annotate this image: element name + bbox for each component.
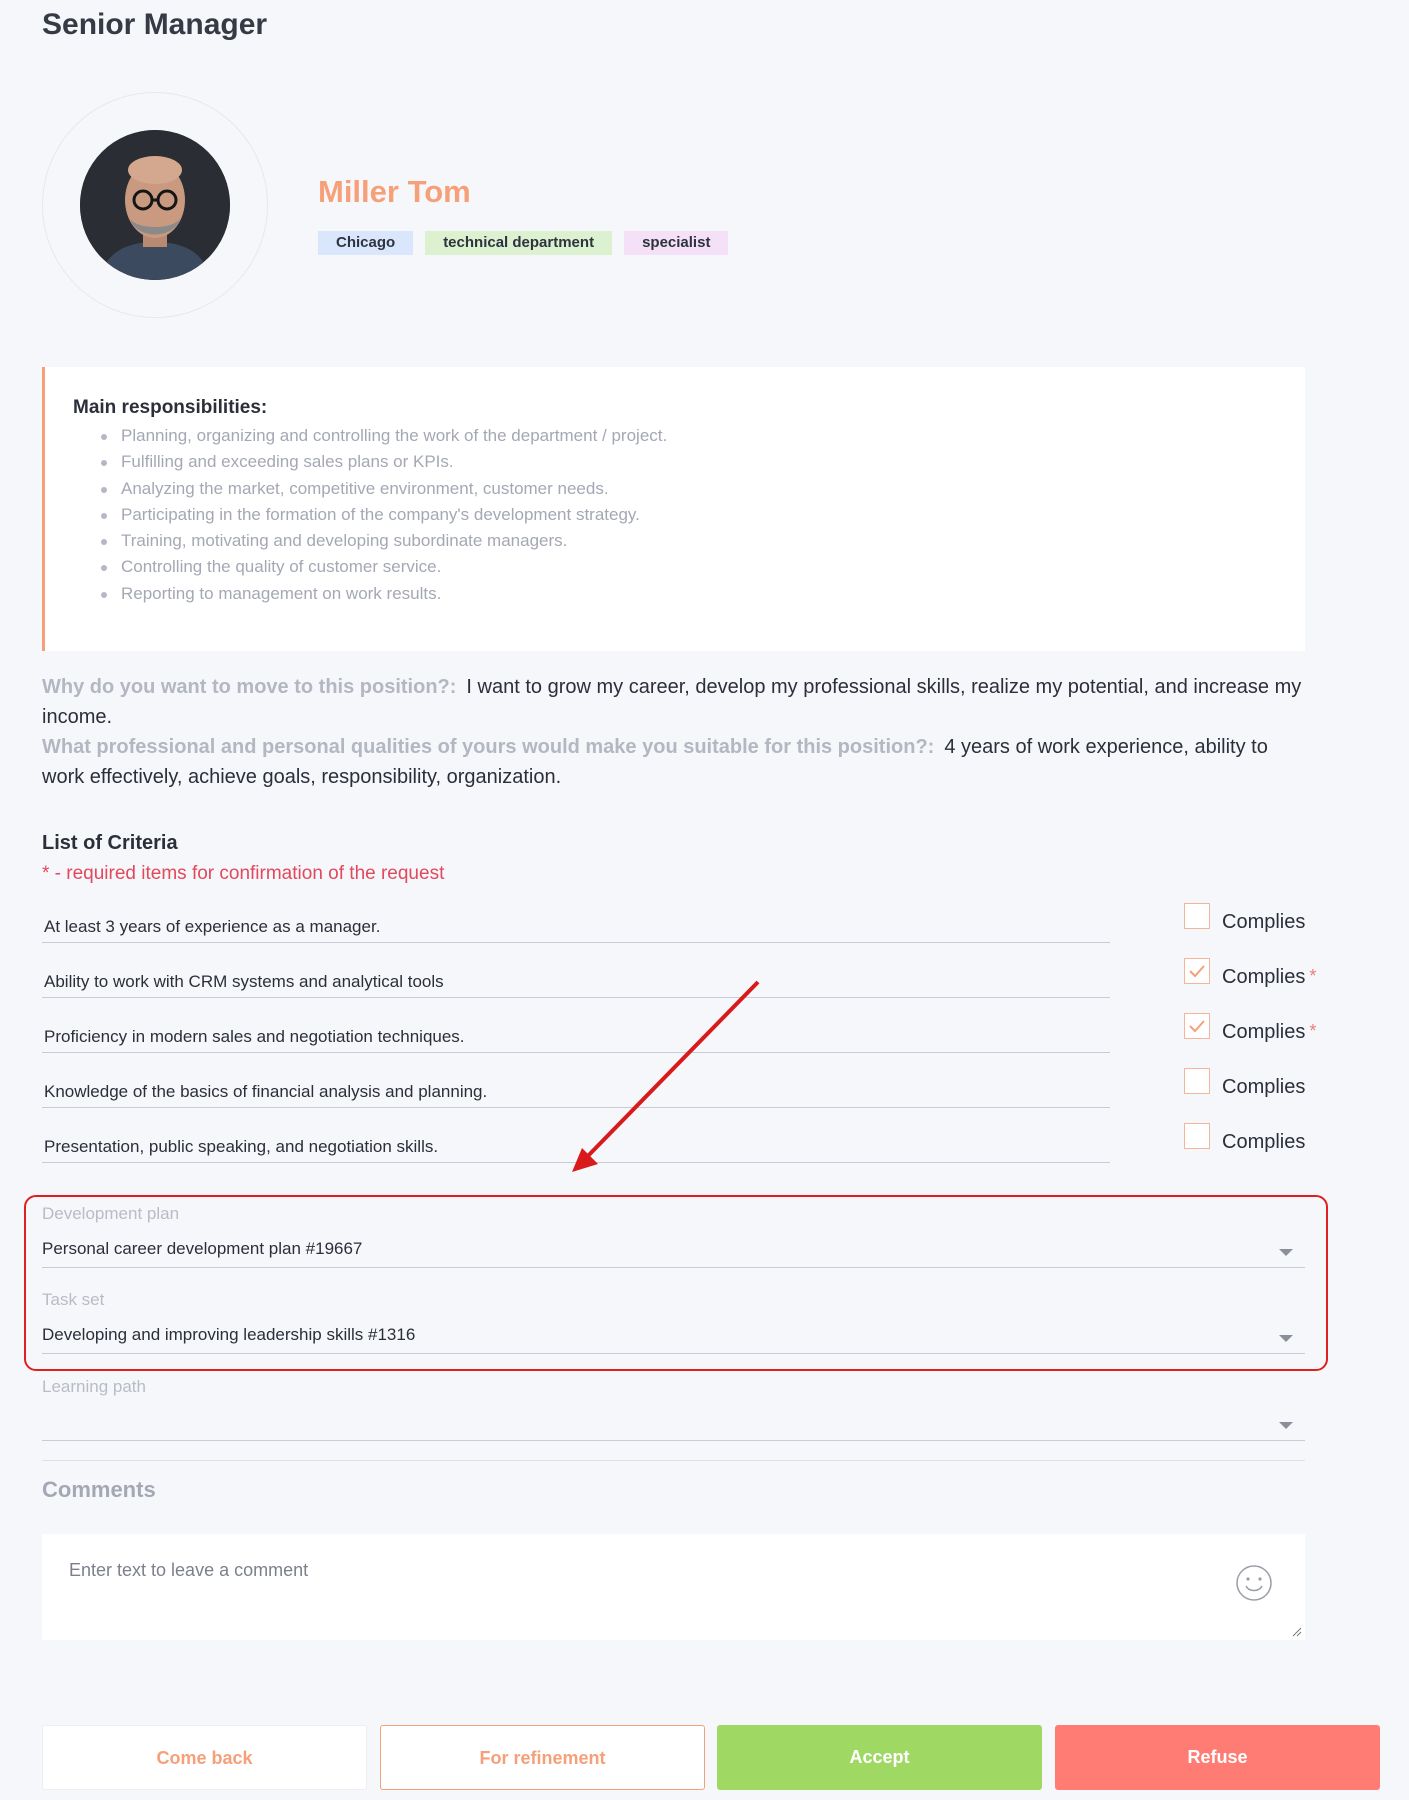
responsibilities-card: Main responsibilities: Planning, organiz… bbox=[42, 367, 1305, 651]
annotation-arrow-icon bbox=[572, 980, 760, 1172]
complies-label-text: Complies bbox=[1222, 1131, 1306, 1153]
complies-label: Complies bbox=[1222, 1131, 1305, 1154]
question-qualities: What professional and personal qualities… bbox=[42, 736, 935, 758]
responsibility-item: Planning, organizing and controlling the… bbox=[95, 423, 1305, 449]
come-back-button[interactable]: Come back bbox=[42, 1725, 367, 1790]
avatar bbox=[80, 130, 230, 280]
complies-checkbox[interactable] bbox=[1184, 903, 1210, 929]
section-divider bbox=[42, 1460, 1305, 1461]
accept-button[interactable]: Accept bbox=[717, 1725, 1042, 1790]
required-star: * bbox=[1309, 1021, 1317, 1041]
complies-label: Complies bbox=[1222, 911, 1305, 934]
responsibility-item: Participating in the formation of the co… bbox=[95, 502, 1305, 528]
for-refinement-button[interactable]: For refinement bbox=[380, 1725, 705, 1790]
refuse-button[interactable]: Refuse bbox=[1055, 1725, 1380, 1790]
tag-department: technical department bbox=[425, 231, 613, 255]
responsibility-item: Analyzing the market, competitive enviro… bbox=[95, 476, 1305, 502]
learning-path-label: Learning path bbox=[42, 1377, 146, 1396]
complies-checkbox[interactable] bbox=[1184, 1068, 1210, 1094]
responsibility-item: Fulfilling and exceeding sales plans or … bbox=[95, 449, 1305, 475]
page-title: Senior Manager bbox=[42, 8, 268, 41]
comment-input[interactable]: Enter text to leave a comment bbox=[42, 1534, 1305, 1640]
responsibility-item: Training, motivating and developing subo… bbox=[95, 528, 1305, 554]
person-name: Miller Tom bbox=[318, 174, 471, 209]
tag-city: Chicago bbox=[318, 231, 414, 255]
chevron-down-icon bbox=[1279, 1422, 1293, 1429]
comment-placeholder: Enter text to leave a comment bbox=[69, 1560, 309, 1580]
learning-path-select[interactable] bbox=[42, 1405, 1305, 1441]
emoji-icon[interactable] bbox=[1235, 1564, 1273, 1602]
complies-checkbox[interactable] bbox=[1184, 1013, 1210, 1039]
learning-path-field: Learning path bbox=[42, 1377, 1305, 1441]
complies-label: Complies bbox=[1222, 1076, 1305, 1099]
checkmark-icon bbox=[1189, 965, 1205, 978]
complies-label: Complies * bbox=[1222, 1021, 1316, 1044]
comments-title: Comments bbox=[42, 1477, 156, 1502]
responsibility-item: Controlling the quality of customer serv… bbox=[95, 554, 1305, 580]
complies-checkbox[interactable] bbox=[1184, 1123, 1210, 1149]
criteria-text: At least 3 years of experience as a mana… bbox=[42, 903, 1110, 943]
annotation-highlight-box bbox=[24, 1195, 1328, 1371]
required-star: * bbox=[1309, 966, 1317, 986]
responsibility-item: Reporting to management on work results. bbox=[95, 581, 1305, 607]
avatar-photo bbox=[80, 130, 230, 280]
profile-tags: Chicago technical department specialist bbox=[318, 231, 729, 255]
complies-label: Complies * bbox=[1222, 966, 1316, 989]
resize-handle-icon[interactable] bbox=[1292, 1627, 1302, 1637]
criteria-required-note: * - required items for confirmation of t… bbox=[42, 863, 445, 884]
tag-role: specialist bbox=[624, 231, 729, 255]
complies-label-text: Complies bbox=[1222, 911, 1306, 933]
complies-label-text: Complies bbox=[1222, 966, 1306, 988]
complies-label-text: Complies bbox=[1222, 1021, 1306, 1043]
responsibilities-title: Main responsibilities: bbox=[73, 397, 268, 418]
complies-checkbox[interactable] bbox=[1184, 958, 1210, 984]
question-why-move: Why do you want to move to this position… bbox=[42, 676, 457, 698]
criteria-row: At least 3 years of experience as a mana… bbox=[42, 903, 1322, 943]
responsibilities-list: Planning, organizing and controlling the… bbox=[73, 423, 1305, 607]
application-answers: Why do you want to move to this position… bbox=[42, 672, 1312, 792]
criteria-title: List of Criteria bbox=[42, 832, 178, 854]
complies-label-text: Complies bbox=[1222, 1076, 1306, 1098]
checkmark-icon bbox=[1189, 1020, 1205, 1033]
